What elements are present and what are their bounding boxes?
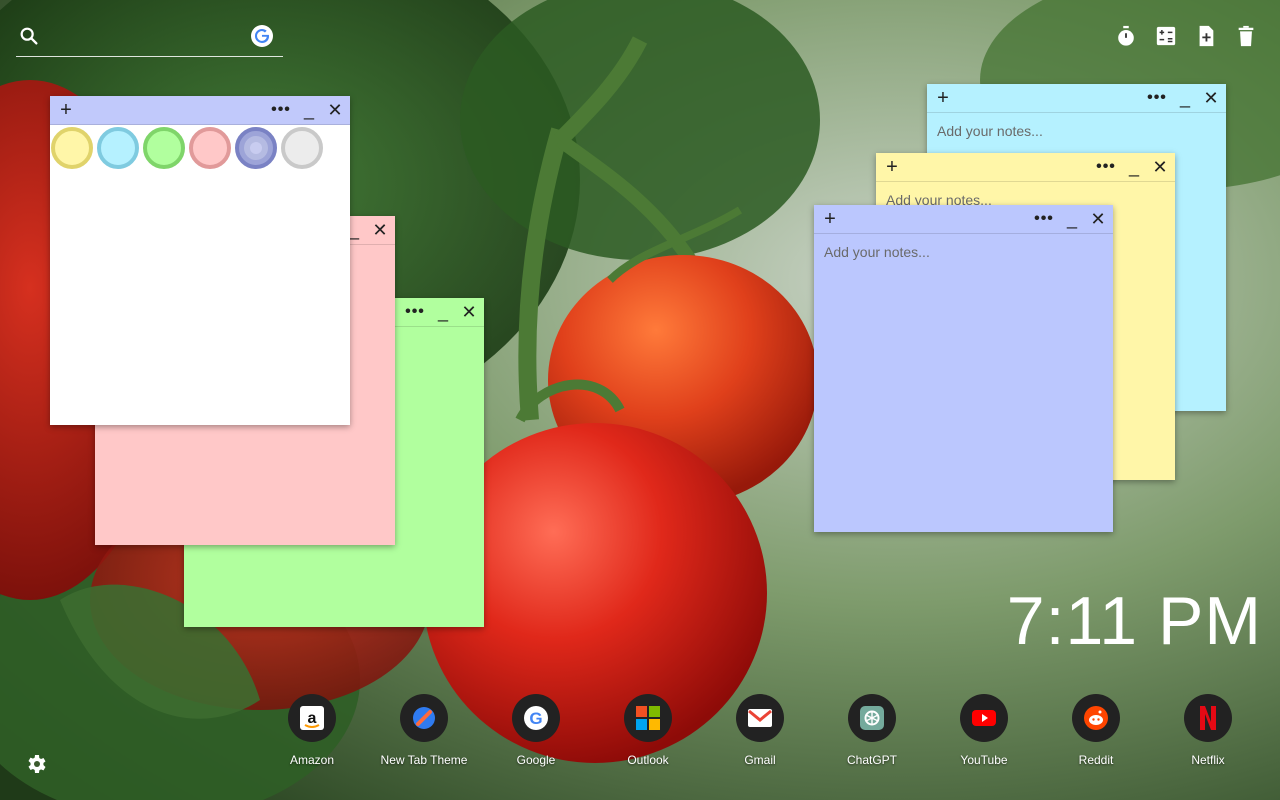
chatgpt-icon [848,694,896,742]
svg-text:a: a [308,710,317,727]
amazon-icon: a [288,694,336,742]
reddit-icon [1072,694,1120,742]
shortcut-label: New Tab Theme [380,753,468,767]
shortcut-label: Amazon [289,753,335,767]
note-menu-button[interactable]: ••• [270,96,292,124]
selected-indicator [250,142,262,154]
shortcut-label: Reddit [1078,753,1114,767]
minimize-note-button[interactable]: _ [432,298,454,326]
note-body[interactable]: Add your notes... [927,113,1226,149]
close-note-button[interactable]: ✕ [324,96,346,124]
note-menu-button[interactable]: ••• [404,298,426,326]
netflix-icon [1184,694,1232,742]
add-note-button[interactable]: + [881,153,903,181]
close-note-button[interactable]: ✕ [458,298,480,326]
trash-icon[interactable] [1234,24,1258,48]
close-note-button[interactable]: ✕ [1087,205,1109,233]
shortcut-chatgpt[interactable]: ChatGPT [816,694,928,767]
shortcut-label: ChatGPT [846,753,897,767]
note-header: + ••• _ ✕ [927,84,1226,113]
color-swatch-pink[interactable] [189,127,231,169]
shortcut-youtube[interactable]: YouTube [928,694,1040,767]
outlook-icon [624,694,672,742]
note-header: + ••• _ ✕ [814,205,1113,234]
note-placeholder: Add your notes... [937,123,1043,139]
note-header: + ••• _ ✕ [876,153,1175,182]
minimize-note-button[interactable]: _ [1174,84,1196,112]
color-swatch-blue-selected[interactable] [235,127,277,169]
note-menu-button[interactable]: ••• [1146,84,1168,112]
note-header: + ••• _ ✕ [50,96,350,125]
shortcut-outlook[interactable]: Outlook [592,694,704,767]
search-bar [16,22,283,57]
top-toolbar [1114,24,1258,48]
shortcut-label: Google [516,753,556,767]
close-note-button[interactable]: ✕ [1149,153,1171,181]
sticky-note-blue: + ••• _ ✕ Add your notes... [814,205,1113,532]
shortcut-reddit[interactable]: Reddit [1040,694,1152,767]
add-note-button[interactable]: + [819,205,841,233]
new-tab-theme-icon [400,694,448,742]
timer-icon[interactable] [1114,24,1138,48]
shortcut-amazon[interactable]: a Amazon [256,694,368,767]
note-body[interactable]: Add your notes... [814,234,1113,270]
add-note-button[interactable]: + [55,96,77,124]
shortcut-new-tab-theme[interactable]: New Tab Theme [368,694,480,767]
new-note-icon[interactable] [1194,24,1218,48]
close-note-button[interactable]: ✕ [369,216,391,244]
color-swatch-yellow[interactable] [51,127,93,169]
shortcut-label: YouTube [960,753,1008,767]
shortcut-label: Gmail [744,753,776,767]
shortcut-netflix[interactable]: Netflix [1152,694,1264,767]
google-search-engine-icon[interactable] [251,25,273,47]
youtube-icon [960,694,1008,742]
note-color-palette [50,125,350,171]
search-input[interactable] [50,24,244,52]
add-note-button[interactable]: + [932,84,954,112]
clock: 7:11 PM [1006,583,1262,659]
close-note-button[interactable]: ✕ [1200,84,1222,112]
minimize-note-button[interactable]: _ [1123,153,1145,181]
shortcut-gmail[interactable]: Gmail [704,694,816,767]
gmail-icon [736,694,784,742]
google-icon: G [512,694,560,742]
shortcut-dock: a Amazon New Tab Theme G Google Outlook … [256,694,1264,774]
shortcut-google[interactable]: G Google [480,694,592,767]
calculator-icon[interactable] [1154,24,1178,48]
minimize-note-button[interactable]: _ [298,96,320,124]
note-menu-button[interactable]: ••• [1095,153,1117,181]
color-swatch-cyan[interactable] [97,127,139,169]
note-menu-button[interactable]: ••• [1033,205,1055,233]
sticky-note-white: + ••• _ ✕ [50,96,350,425]
color-swatch-green[interactable] [143,127,185,169]
color-swatch-grey[interactable] [281,127,323,169]
shortcut-label: Outlook [627,753,669,767]
note-placeholder: Add your notes... [824,244,930,260]
shortcut-label: Netflix [1191,753,1225,767]
minimize-note-button[interactable]: _ [1061,205,1083,233]
svg-text:G: G [529,709,542,728]
search-icon[interactable] [18,25,40,47]
gear-icon[interactable] [24,752,48,776]
